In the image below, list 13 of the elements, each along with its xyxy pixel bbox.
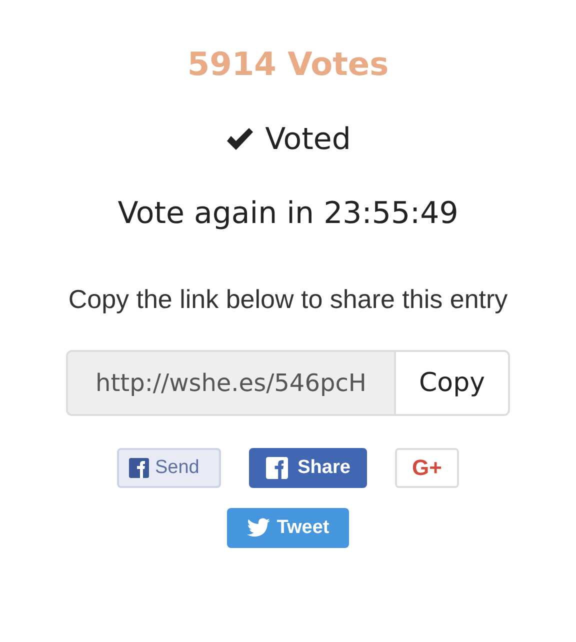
vote-count: 5914 Votes <box>187 44 389 85</box>
send-button[interactable]: Send <box>117 448 221 488</box>
facebook-icon <box>129 458 149 478</box>
tweet-button[interactable]: Tweet <box>227 508 349 548</box>
voted-status: Voted <box>265 121 351 159</box>
google-plus-button[interactable]: G+ <box>395 448 459 488</box>
bird-icon <box>246 518 271 538</box>
copy-button[interactable]: Copy <box>394 350 510 416</box>
facebook-icon <box>266 457 288 479</box>
link-field[interactable]: http://wshe.es/546pcH <box>66 350 394 416</box>
countdown-text: Vote again in 23:55:49 <box>118 195 458 233</box>
share-prompt: Copy the link below to share this entry <box>67 283 509 316</box>
share-button[interactable]: Share <box>249 448 367 488</box>
